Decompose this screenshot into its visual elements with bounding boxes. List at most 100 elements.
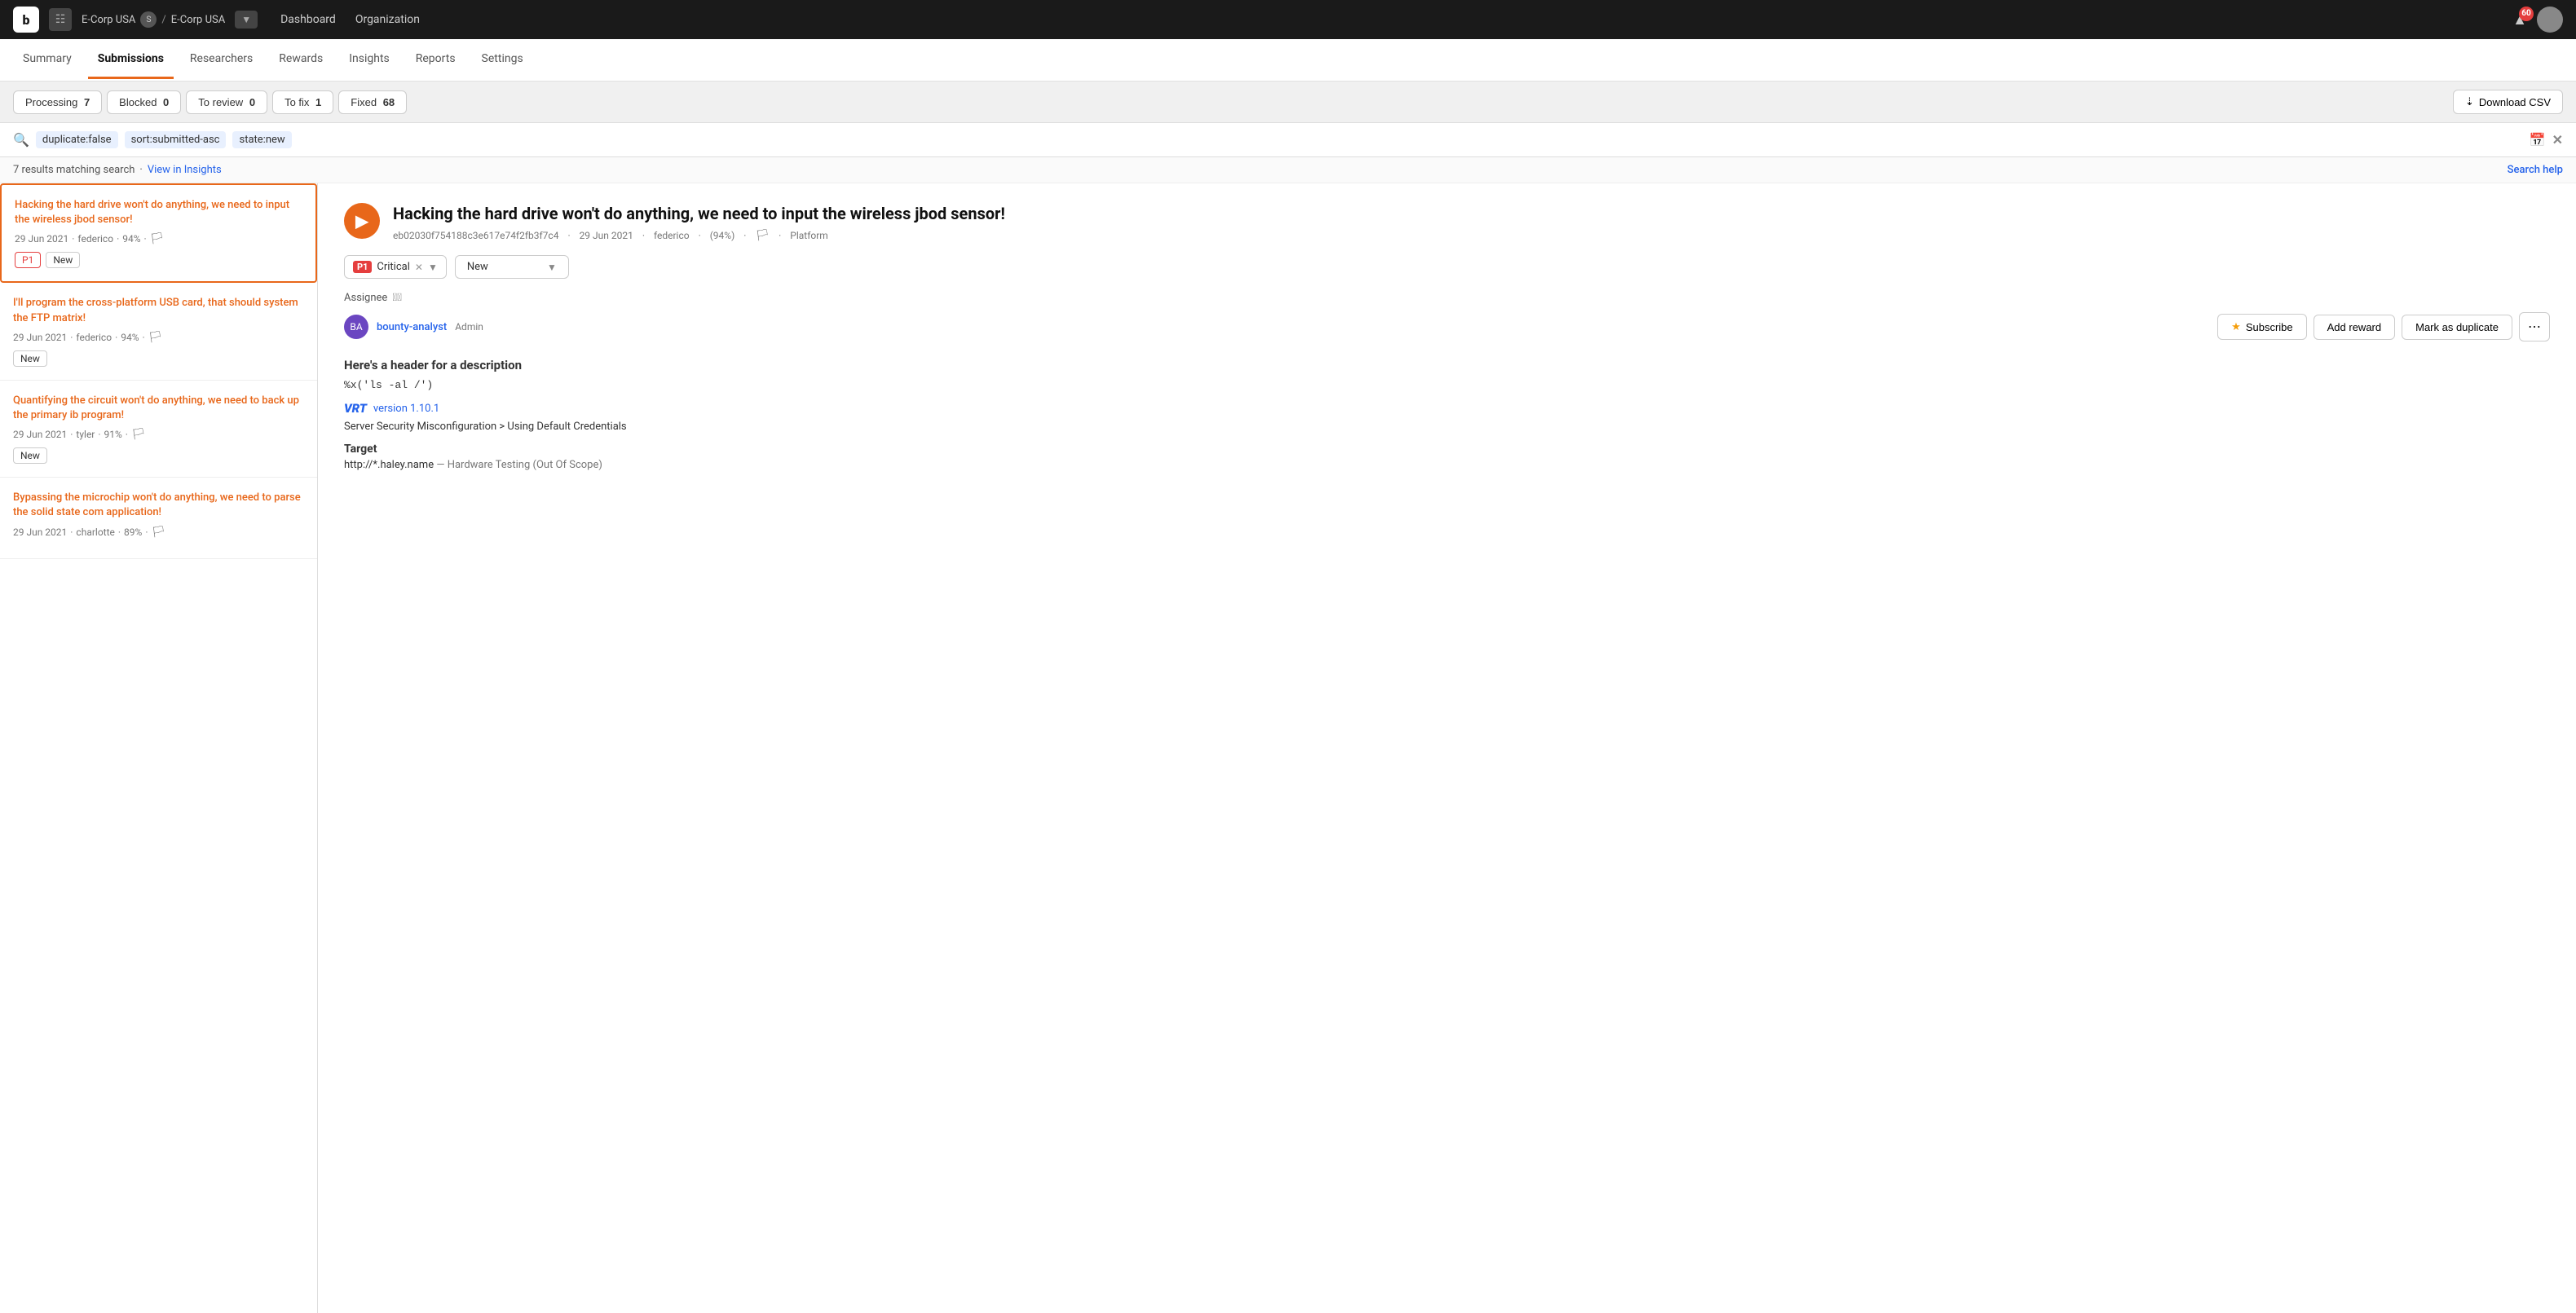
topnav-right: ▲ 60 (2512, 7, 2563, 33)
results-bar: 7 results matching search · View in Insi… (0, 157, 2576, 183)
description-code: %x('ls -al /') (344, 379, 2550, 391)
vrt-version[interactable]: version 1.10.1 (373, 403, 439, 415)
report-hash: eb02030f754188c3e617e74f2fb3f7c4 (393, 230, 558, 241)
severity-dropdown[interactable]: P1 Critical ✕ ▼ (344, 255, 447, 279)
add-reward-button[interactable]: Add reward (2314, 315, 2395, 340)
report-score: (94%) (710, 230, 735, 241)
search-tag-duplicate[interactable]: duplicate:false (36, 131, 118, 148)
list-item-meta: 29 Jun 2021 · charlotte · 89% · 🏳 (13, 526, 304, 539)
search-tag-state[interactable]: state:new (232, 131, 291, 148)
org-name-1: E-Corp USA (82, 14, 135, 26)
detail-meta: eb02030f754188c3e617e74f2fb3f7c4 · 29 Ju… (393, 229, 1005, 242)
search-tag-sort[interactable]: sort:submitted-asc (125, 131, 227, 148)
target-label: Target (344, 443, 2550, 456)
p1-badge: P1 (353, 261, 372, 273)
pill-fixed[interactable]: Fixed 68 (338, 90, 407, 114)
severity-chevron-icon: ▼ (428, 262, 438, 273)
state-tag: New (13, 447, 47, 464)
nav-organization[interactable]: Organization (355, 13, 420, 26)
view-in-insights-link[interactable]: View in Insights (148, 164, 222, 176)
download-icon: ⇣ (2465, 95, 2474, 108)
state-tag: New (46, 252, 80, 268)
top-nav-links: Dashboard Organization (280, 13, 420, 26)
state-dropdown[interactable]: New ▼ (455, 255, 569, 279)
user-avatar[interactable] (2537, 7, 2563, 33)
results-count: 7 results matching search (13, 164, 135, 176)
pill-processing[interactable]: Processing 7 (13, 90, 102, 114)
list-item-meta: 29 Jun 2021 · federico · 94% · 🏳 (13, 331, 304, 344)
list-item-meta: 29 Jun 2021 · federico · 94% · 🏳 (15, 232, 302, 245)
list-item-tags: New (13, 350, 304, 367)
list-item-tags: P1 New (15, 252, 302, 268)
tab-rewards[interactable]: Rewards (269, 41, 333, 79)
list-item-title: Quantifying the circuit won't do anythin… (13, 394, 304, 423)
breadcrumb-separator: / (161, 14, 165, 26)
download-csv-button[interactable]: ⇣ Download CSV (2453, 90, 2563, 114)
tab-settings[interactable]: Settings (472, 41, 533, 79)
nav-dashboard[interactable]: Dashboard (280, 13, 336, 26)
list-item[interactable]: Hacking the hard drive won't do anything… (0, 183, 317, 283)
list-item-title: Hacking the hard drive won't do anything… (15, 198, 302, 227)
top-navigation: b ☷ E-Corp USA S / E-Corp USA ▼ Dashboar… (0, 0, 2576, 39)
mark-duplicate-button[interactable]: Mark as duplicate (2402, 315, 2512, 340)
severity-clear-button[interactable]: ✕ (415, 262, 423, 273)
state-tag: New (13, 350, 47, 367)
description-header: Here's a header for a description (344, 358, 2550, 372)
target-value: http://*.haley.name — Hardware Testing (… (344, 459, 2550, 471)
submissions-list: Hacking the hard drive won't do anything… (0, 183, 318, 1313)
vrt-logo: VRT (344, 401, 367, 416)
clear-search-button[interactable]: ✕ (2552, 132, 2563, 148)
assignee-role: Admin (455, 321, 483, 333)
calendar-icon[interactable]: 📅 (2530, 132, 2546, 148)
reporter-avatar: ▶ (344, 203, 380, 239)
report-platform: Platform (790, 230, 828, 241)
subscribe-button[interactable]: ★ Subscribe (2217, 314, 2306, 340)
state-chevron-icon: ▼ (547, 262, 557, 273)
notification-count: 60 (2519, 7, 2534, 21)
assignee-name[interactable]: bounty-analyst (377, 321, 447, 333)
vrt-row: VRT version 1.10.1 (344, 401, 2550, 416)
flag-icon: 🏳 (148, 331, 163, 344)
state-value: New (467, 261, 488, 273)
assignee-row: BA bounty-analyst Admin ★ Subscribe Add … (344, 312, 2550, 341)
list-item[interactable]: I'll program the cross-platform USB card… (0, 283, 317, 380)
detail-panel: ▶ Hacking the hard drive won't do anythi… (318, 183, 2576, 1313)
tab-reports[interactable]: Reports (406, 41, 465, 79)
flag-icon: 🏳 (151, 526, 165, 539)
org-badge: S (140, 11, 157, 28)
doc-icon: ☷ (49, 8, 72, 31)
list-item[interactable]: Bypassing the microchip won't do anythin… (0, 478, 317, 558)
tab-summary[interactable]: Summary (13, 41, 82, 79)
platform-flag-icon: 🏳 (755, 229, 770, 242)
dot-separator: · (139, 164, 142, 176)
list-item-title: Bypassing the microchip won't do anythin… (13, 491, 304, 520)
notification-bell[interactable]: ▲ 60 (2512, 11, 2527, 29)
status-bar: Processing 7 Blocked 0 To review 0 To fi… (0, 82, 2576, 123)
target-scope: — Hardware Testing (Out Of Scope) (436, 459, 602, 471)
star-icon: ★ (2231, 320, 2241, 333)
pill-to-review[interactable]: To review 0 (186, 90, 267, 114)
list-item-title: I'll program the cross-platform USB card… (13, 296, 304, 325)
tab-submissions[interactable]: Submissions (88, 41, 174, 79)
search-help-link[interactable]: Search help (2508, 164, 2563, 176)
more-options-button[interactable]: ⋯ (2519, 312, 2550, 341)
severity-tag: P1 (15, 252, 41, 268)
assignee-avatar: BA (344, 315, 368, 339)
list-item[interactable]: Quantifying the circuit won't do anythin… (0, 381, 317, 478)
pill-blocked[interactable]: Blocked 0 (107, 90, 181, 114)
breadcrumb: E-Corp USA S / E-Corp USA (82, 11, 225, 28)
report-date: 29 Jun 2021 (580, 230, 633, 241)
list-item-tags: New (13, 447, 304, 464)
vrt-category: Server Security Misconfiguration > Using… (344, 421, 2550, 433)
tab-researchers[interactable]: Researchers (180, 41, 262, 79)
detail-title: Hacking the hard drive won't do anything… (393, 203, 1005, 224)
description-section: Here's a header for a description %x('ls… (344, 358, 2550, 471)
org-name-2: E-Corp USA (171, 14, 225, 26)
target-url[interactable]: http://*.haley.name (344, 459, 434, 471)
tab-insights[interactable]: Insights (339, 41, 399, 79)
org-dropdown-button[interactable]: ▼ (235, 11, 258, 29)
pill-to-fix[interactable]: To fix 1 (272, 90, 333, 114)
search-icon: 🔍 (13, 132, 29, 148)
main-layout: Hacking the hard drive won't do anything… (0, 183, 2576, 1313)
eye-off-icon: 👁̸ (392, 292, 402, 304)
